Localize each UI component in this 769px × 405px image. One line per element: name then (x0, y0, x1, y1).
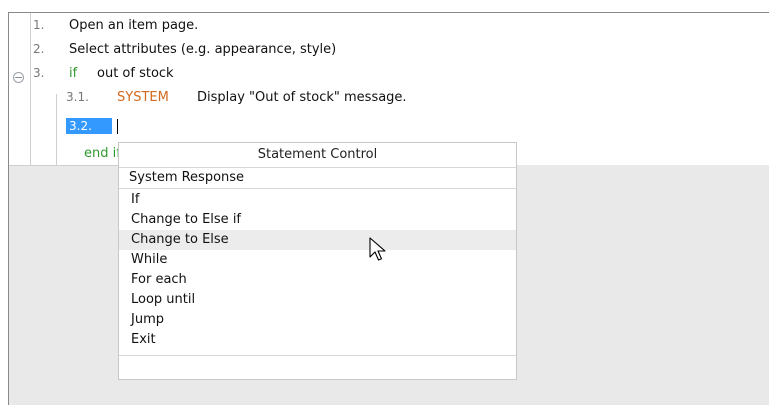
editor-bottom-line (9, 165, 119, 166)
menu-item-loop-until[interactable]: Loop until (119, 290, 516, 310)
selected-step-number[interactable]: 3.2. (66, 118, 112, 134)
menu-title: Statement Control (257, 147, 378, 162)
step-text[interactable]: Select attributes (e.g. appearance, styl… (69, 40, 336, 60)
step-number: 1. (33, 18, 45, 32)
end-if-keyword: end if (84, 146, 121, 161)
collapse-icon[interactable]: − (13, 72, 24, 83)
step-number: 3. (33, 66, 45, 80)
menu-item-jump[interactable]: Jump (119, 310, 516, 330)
editor-border-top (8, 12, 769, 13)
if-keyword: if (69, 66, 78, 81)
menu-item-if[interactable]: If (119, 190, 516, 210)
statement-control-menu: Statement Control System Response If Cha… (118, 142, 517, 380)
step-text[interactable]: out of stock (97, 64, 174, 84)
menu-divider (119, 355, 516, 356)
step-text[interactable]: Open an item page. (69, 16, 198, 36)
menu-item-system-response[interactable]: System Response (129, 168, 244, 188)
cursor-arrow-icon (369, 237, 386, 261)
gutter-divider (30, 13, 31, 166)
menu-item-while[interactable]: While (119, 250, 516, 270)
menu-divider (119, 188, 516, 189)
menu-item-change-to-else-if[interactable]: Change to Else if (119, 210, 516, 230)
menu-item-for-each[interactable]: For each (119, 270, 516, 290)
step-number: 2. (33, 42, 45, 56)
step-number: 3.1. (66, 90, 89, 104)
menu-list: If Change to Else if Change to Else Whil… (119, 190, 516, 350)
editor-window: 1. Open an item page. 2. Select attribut… (0, 0, 769, 405)
step-text[interactable]: Display "Out of stock" message. (197, 88, 407, 108)
system-keyword: SYSTEM (117, 90, 169, 105)
menu-item-change-to-else[interactable]: Change to Else (119, 230, 516, 250)
if-scope-line (56, 94, 57, 166)
text-caret (117, 119, 118, 134)
menu-item-exit[interactable]: Exit (119, 330, 516, 350)
